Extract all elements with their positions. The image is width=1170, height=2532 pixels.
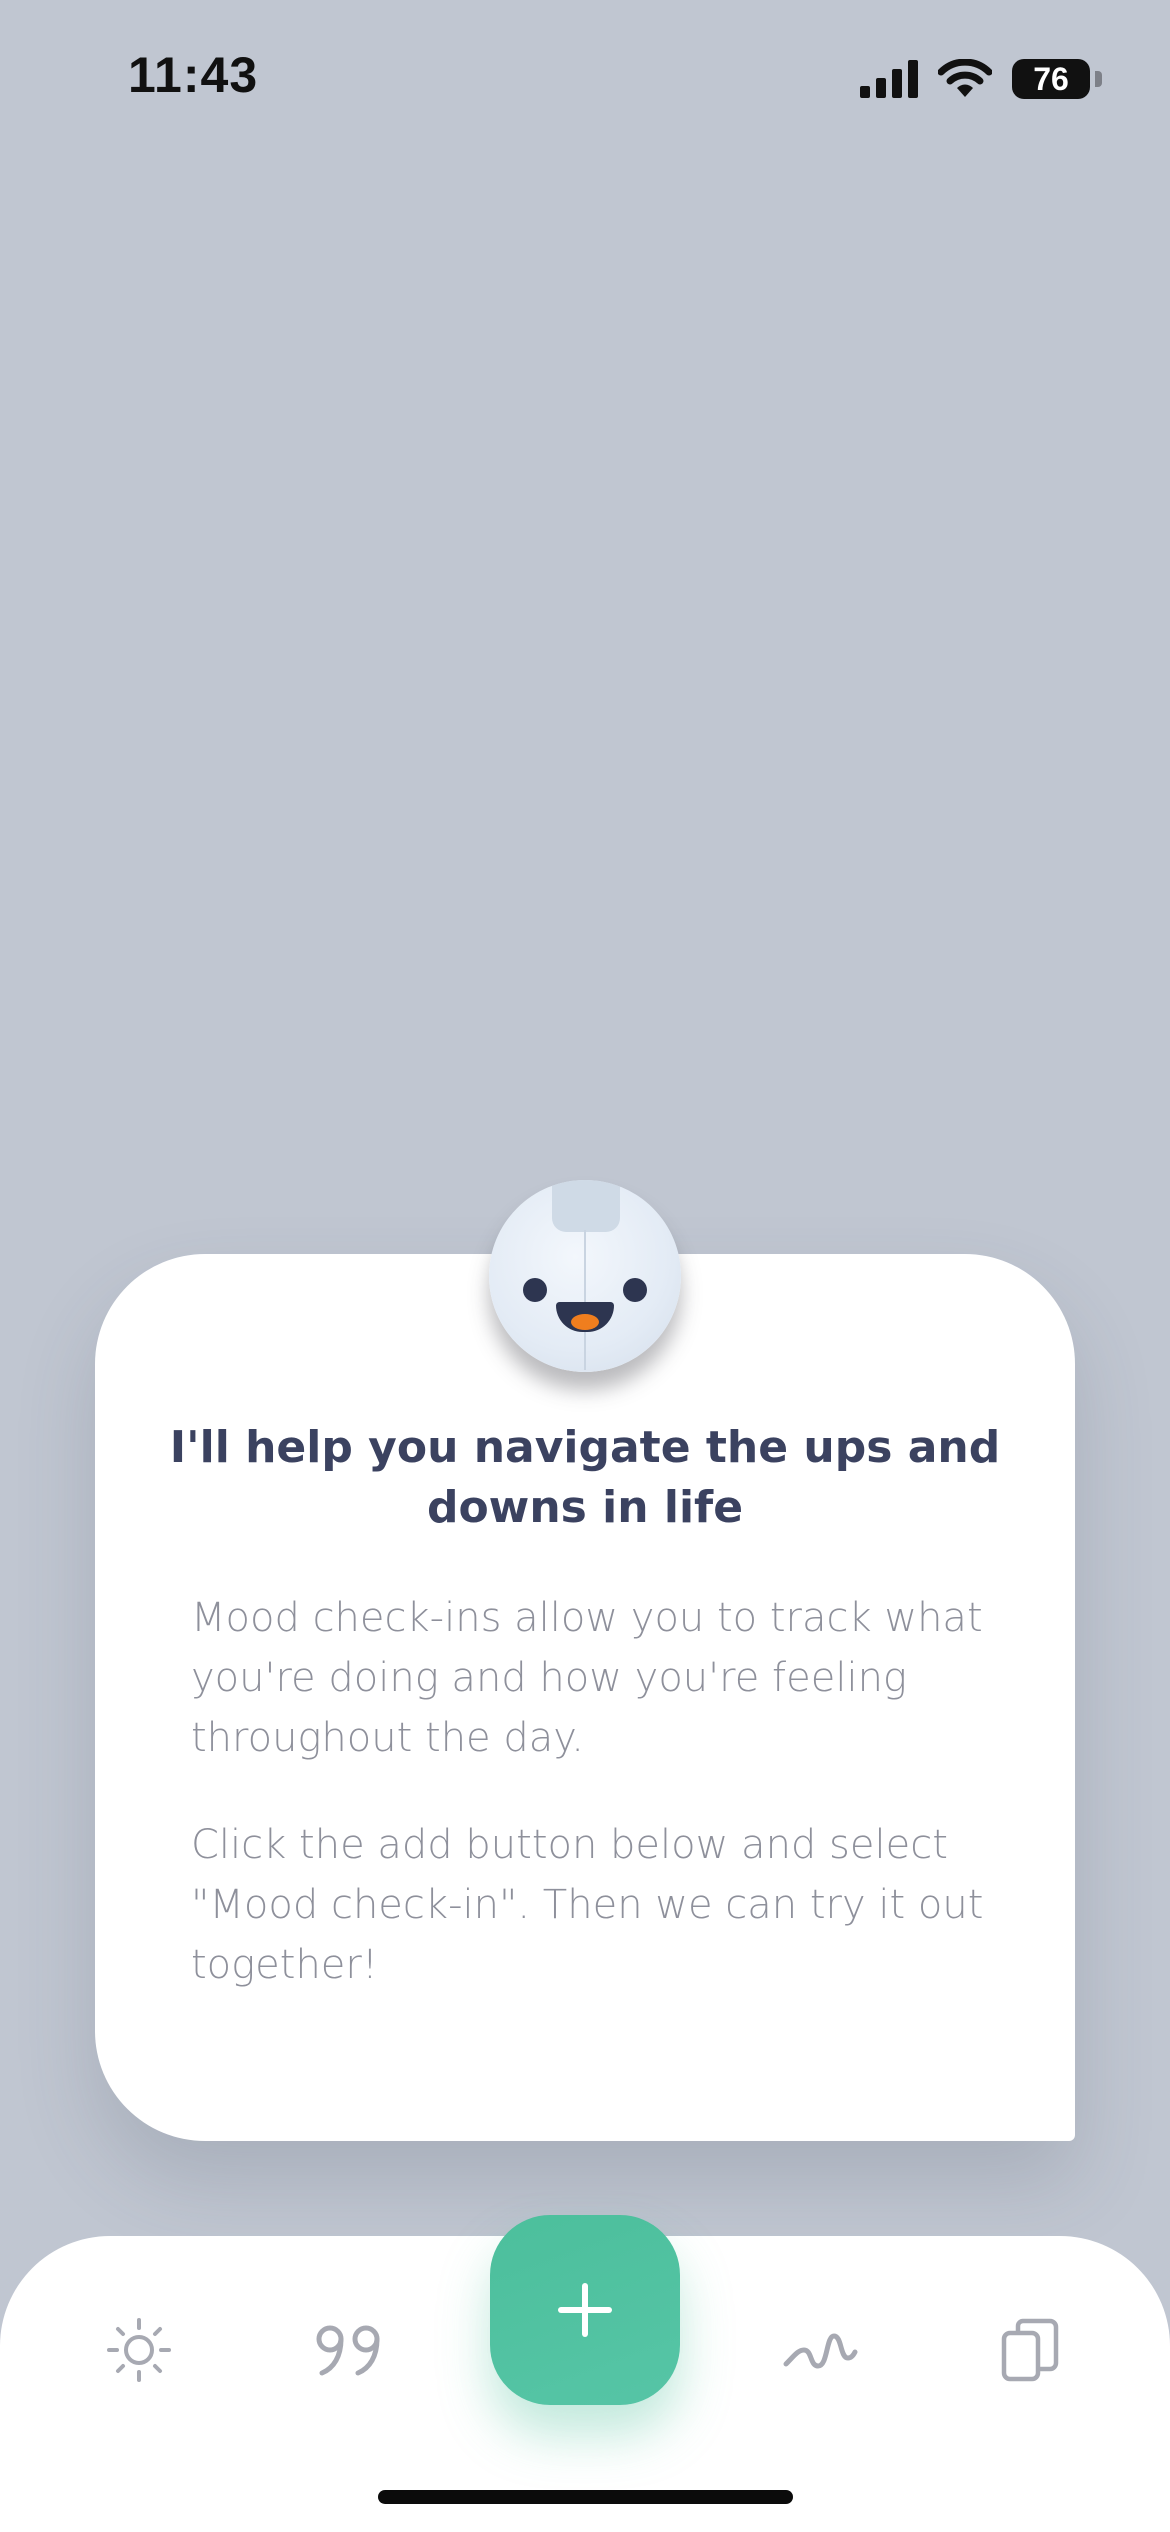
battery-level: 76 [1033,60,1069,97]
status-icons: 76 [860,54,1102,104]
mascot-seam [584,1230,586,1370]
status-time: 11:43 [128,47,259,103]
card-title: I'll help you navigate the ups and downs… [169,1422,1001,1533]
tab-cards[interactable] [980,2300,1080,2400]
quote-icon [316,2325,380,2376]
tab-mood-insights[interactable] [770,2300,870,2400]
mascot-eye-right [623,1278,647,1302]
plus-icon [558,2283,612,2337]
mascot-avatar [489,1180,681,1372]
mascot-top [552,1180,620,1232]
card-paragraph-1: Mood check-ins allow you to track what y… [191,1595,983,1761]
mascot-tongue [571,1314,599,1330]
card-paragraph-2: Click the add button below and select "M… [191,1822,984,1988]
cards-icon [1001,2318,1059,2382]
tab-quotes[interactable] [299,2300,399,2400]
add-button[interactable] [490,2215,680,2405]
cellular-signal-icon [860,60,918,98]
sun-icon [107,2318,171,2382]
tab-today[interactable] [89,2300,189,2400]
mood-wave-icon [783,2333,858,2369]
mascot-eye-left [523,1278,547,1302]
wifi-icon [938,59,992,97]
mascot-mouth [556,1302,614,1332]
battery-icon: 76 [1012,59,1102,99]
home-indicator [378,2490,793,2504]
